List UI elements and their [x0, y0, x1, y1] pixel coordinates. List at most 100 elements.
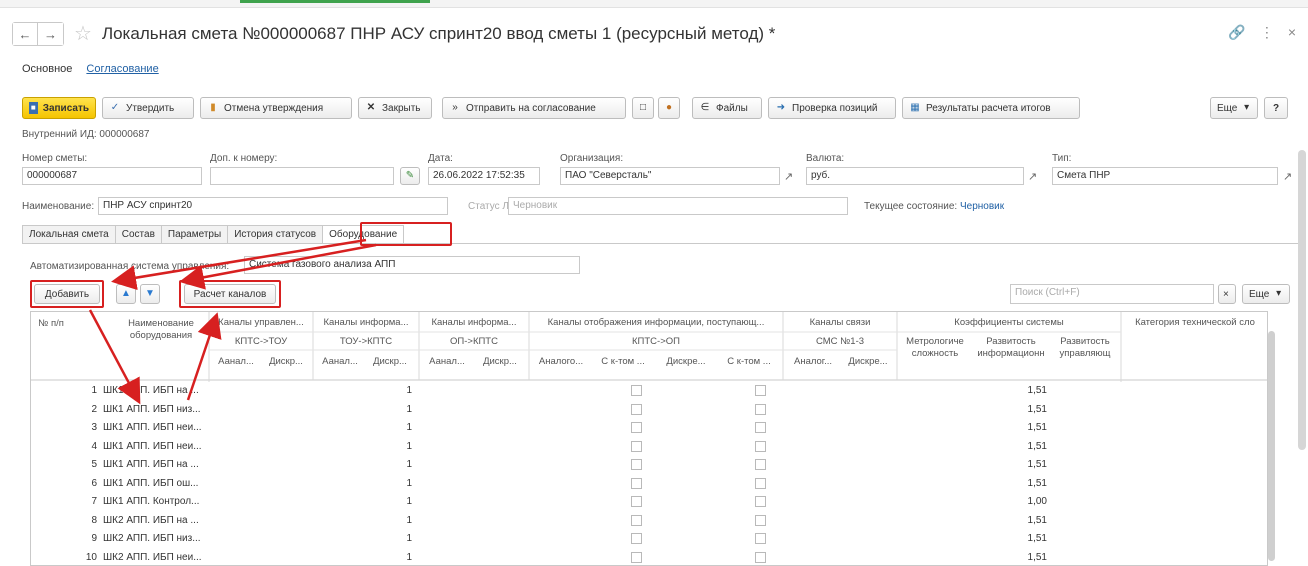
number-label: Номер сметы: [22, 153, 88, 164]
col-num[interactable]: № п/п [31, 318, 71, 329]
row-channel-value: 1 [406, 533, 412, 544]
grid-more-button[interactable]: Еще ▾ [1242, 284, 1290, 304]
move-down-button[interactable]: ▼ [140, 284, 160, 304]
internal-id: Внутренний ИД: 000000687 [22, 129, 150, 140]
table-scrollbar[interactable] [1268, 331, 1275, 561]
more-button[interactable]: Еще ▾ [1210, 97, 1258, 119]
tab-local-estimate[interactable]: Локальная смета [22, 225, 116, 244]
table-row[interactable]: 3 ШК1 АПП. ИБП неи... 1 1,51 [31, 419, 1267, 437]
table-row[interactable]: 2 ШК1 АПП. ИБП низ... 1 1,51 [31, 401, 1267, 419]
approve-button[interactable]: ✓ Утвердить [102, 97, 194, 119]
col-sub[interactable]: Дискр... [473, 356, 527, 367]
row-checkbox[interactable] [755, 477, 766, 489]
col-sub[interactable]: Дискр... [365, 356, 415, 367]
pencil-button[interactable]: ✎ [400, 167, 420, 185]
col-sub[interactable]: Аанал... [211, 356, 261, 367]
table-row[interactable]: 1 ШК1 АПП. ИБП на ... 1 1,51 [31, 382, 1267, 400]
col-sub[interactable]: Дискре... [655, 356, 717, 367]
open-link-icon[interactable]: ↗ [784, 170, 793, 183]
asu-field[interactable]: Система газового анализа АПП [244, 256, 580, 274]
comment-button[interactable]: □ [632, 97, 654, 119]
date-field[interactable]: 26.06.2022 17:52:35 [428, 167, 540, 185]
row-checkbox[interactable] [631, 533, 642, 544]
send-for-approval-button[interactable]: » Отправить на согласование [442, 97, 626, 119]
row-checkbox[interactable] [755, 422, 766, 433]
check-positions-button[interactable]: ➜ Проверка позиций [768, 97, 896, 119]
link-icon[interactable]: 🔗 [1228, 24, 1245, 41]
row-checkbox[interactable] [631, 385, 642, 396]
row-checkbox[interactable] [755, 403, 766, 415]
table-row[interactable]: 4 ШК1 АПП. ИБП неи... 1 1,51 [31, 438, 1267, 456]
save-button[interactable]: ■ Записать [22, 97, 96, 119]
col-sub[interactable]: Аналог... [785, 356, 841, 367]
table-row[interactable]: 8 ШК2 АПП. ИБП на ... 1 1,51 [31, 512, 1267, 530]
tab-composition[interactable]: Состав [114, 225, 162, 244]
row-checkbox[interactable] [631, 459, 642, 470]
col-sub-kpts-tou: КПТС->ТОУ [234, 336, 288, 347]
row-checkbox[interactable] [755, 385, 766, 396]
favorite-star-icon[interactable]: ☆ [74, 24, 92, 44]
users-button[interactable]: ● [658, 97, 680, 119]
search-input[interactable]: Поиск (Ctrl+F) [1010, 284, 1214, 304]
back-arrow-icon[interactable]: ← [12, 22, 38, 46]
table-row[interactable]: 10 ШК2 АПП. ИБП неи... 1 1,51 [31, 549, 1267, 566]
row-checkbox[interactable] [755, 514, 766, 526]
row-checkbox[interactable] [631, 440, 642, 452]
col-sub[interactable]: С к-том ... [591, 356, 655, 367]
col-control-dev[interactable]: Развитость управляющ [1051, 336, 1119, 360]
row-checkbox[interactable] [755, 551, 766, 563]
col-sub[interactable]: Дискр... [261, 356, 311, 367]
tab-main[interactable]: Основное [22, 63, 72, 75]
equipment-table[interactable]: № п/п Наименование оборудования Каналы у… [30, 311, 1268, 566]
tab-approval[interactable]: Согласование [86, 63, 158, 75]
table-row[interactable]: 9 ШК2 АПП. ИБП низ... 1 1,51 [31, 530, 1267, 548]
cancel-approval-button[interactable]: ▮ Отмена утверждения [200, 97, 352, 119]
help-button[interactable]: ? [1264, 97, 1288, 119]
page-scrollbar[interactable] [1298, 150, 1306, 450]
move-up-button[interactable]: ▲ [116, 284, 136, 304]
col-name[interactable]: Наименование оборудования [113, 318, 209, 342]
arrow-up-icon: ▲ [121, 288, 131, 299]
tab-status-history[interactable]: История статусов [227, 225, 324, 244]
name-field[interactable]: ПНР АСУ спринт20 [98, 197, 448, 215]
clear-search-button[interactable]: × [1218, 284, 1236, 304]
row-checkbox[interactable] [631, 496, 642, 507]
row-name: ШК1 АПП. ИБП неи... [103, 422, 202, 433]
col-info-dev[interactable]: Развитость информационн [971, 336, 1051, 360]
row-checkbox[interactable] [755, 496, 766, 507]
col-sub[interactable]: С к-том ... [717, 356, 781, 367]
row-checkbox[interactable] [755, 440, 766, 452]
col-sub[interactable]: Аанал... [421, 356, 473, 367]
state-link[interactable]: Черновик [960, 201, 1004, 212]
type-field[interactable]: Смета ПНР [1052, 167, 1278, 185]
table-row[interactable]: 5 ШК1 АПП. ИБП на ... 1 1,51 [31, 456, 1267, 474]
open-link-icon-2[interactable]: ↗ [1028, 170, 1037, 183]
addon-field[interactable] [210, 167, 394, 185]
table-row[interactable]: 7 ШК1 АПП. Контрол... 1 1,00 [31, 493, 1267, 511]
col-sub[interactable]: Аналого... [531, 356, 591, 367]
close-icon[interactable]: × [1288, 24, 1296, 41]
row-name: ШК1 АПП. ИБП на ... [103, 385, 199, 396]
row-checkbox[interactable] [755, 533, 766, 544]
number-field[interactable]: 000000687 [22, 167, 202, 185]
col-metrology[interactable]: Метрологиче сложность [899, 336, 971, 360]
row-checkbox[interactable] [631, 477, 642, 489]
col-sub[interactable]: Аанал... [315, 356, 365, 367]
table-row[interactable]: 6 ШК1 АПП. ИБП ош... 1 1,51 [31, 475, 1267, 493]
currency-field[interactable]: руб. [806, 167, 1024, 185]
close-button[interactable]: ✕ Закрыть [358, 97, 432, 119]
open-link-icon-3[interactable]: ↗ [1283, 170, 1292, 183]
row-checkbox[interactable] [755, 459, 766, 470]
org-field[interactable]: ПАО "Северсталь" [560, 167, 780, 185]
col-category[interactable]: Категория технической сло [1123, 317, 1267, 328]
row-checkbox[interactable] [631, 422, 642, 433]
row-checkbox[interactable] [631, 403, 642, 415]
row-checkbox[interactable] [631, 514, 642, 526]
tab-parameters[interactable]: Параметры [160, 225, 229, 244]
row-checkbox[interactable] [631, 551, 642, 563]
col-sub[interactable]: Дискре... [841, 356, 895, 367]
calc-results-button[interactable]: ▦ Результаты расчета итогов [902, 97, 1080, 119]
forward-arrow-icon[interactable]: → [38, 22, 64, 46]
more-vertical-icon[interactable]: ⋮ [1260, 24, 1274, 41]
files-button[interactable]: ∈ Файлы [692, 97, 762, 119]
